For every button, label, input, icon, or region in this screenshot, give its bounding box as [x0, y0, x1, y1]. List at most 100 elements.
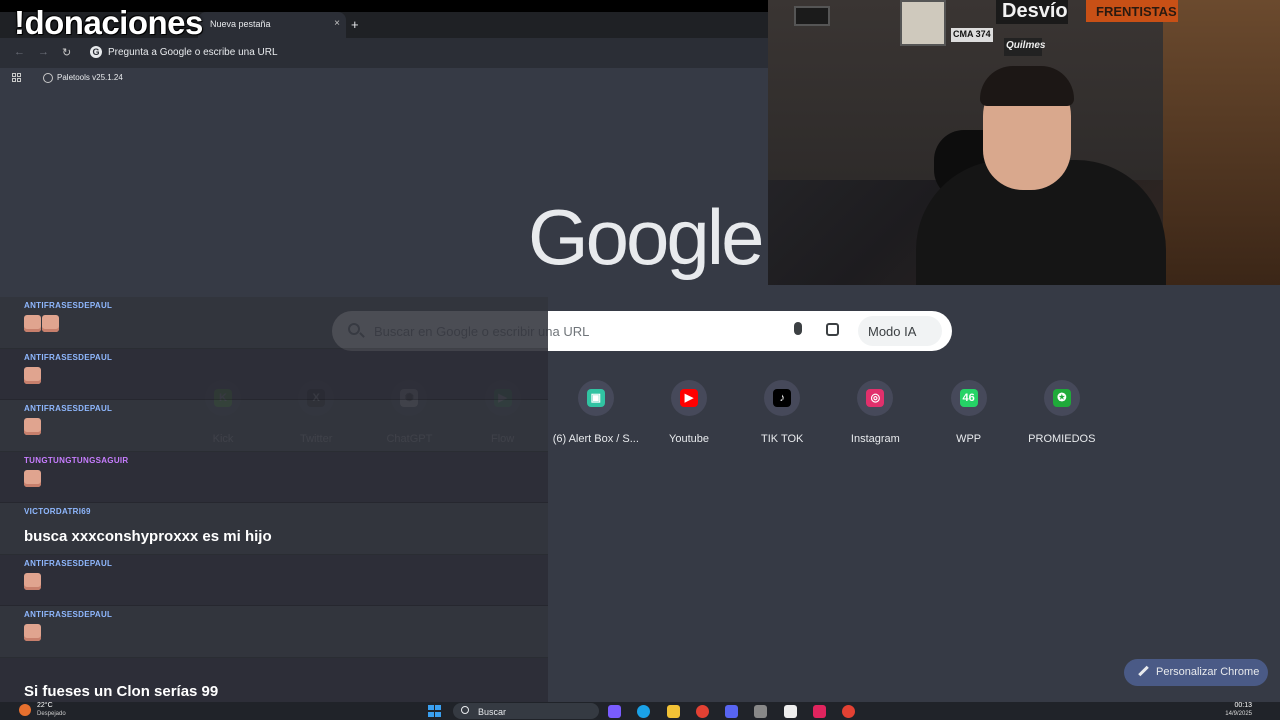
- chrome-icon[interactable]: [696, 705, 709, 718]
- chrome-icon[interactable]: [842, 705, 855, 718]
- shortcut-label: WPP: [956, 433, 982, 445]
- obs-icon[interactable]: [754, 705, 767, 718]
- shortcut-label: PROMIEDOS: [1028, 433, 1096, 445]
- discord-icon[interactable]: [725, 705, 738, 718]
- youtube-icon: ▶: [680, 389, 698, 407]
- chat-message: TUNGTUNGTUNGSAGUIR: [0, 451, 548, 503]
- globe-icon: [43, 73, 53, 83]
- temperature: 22°C: [37, 702, 53, 709]
- chat-username: ANTIFRASESDEPAUL: [24, 558, 113, 568]
- google-logo: Google: [528, 193, 765, 281]
- webcam-sign: Quilmes: [1004, 38, 1045, 56]
- emote-icon: [24, 418, 41, 435]
- webcam-feed: Desvío FRENTISTAS CMA 374 Quilmes: [768, 0, 1280, 285]
- emote-icon: [24, 624, 41, 641]
- windows-start-icon[interactable]: [428, 705, 443, 718]
- chat-message: VICTORDATRI69 busca xxxconshyproxxx es mi…: [0, 503, 548, 555]
- new-tab-button[interactable]: +: [351, 17, 359, 32]
- webcam-shelf: [1163, 0, 1280, 285]
- chat-emotes: [24, 469, 42, 492]
- chat-text: busca xxxconshyproxxx es mi hijo: [24, 528, 272, 545]
- chat-emotes: [24, 572, 42, 595]
- webcam-sign: Desvío: [996, 0, 1068, 24]
- shortcut-tile[interactable]: 46 WPP: [924, 380, 1014, 445]
- microphone-icon[interactable]: [794, 322, 802, 335]
- shortcut-tile[interactable]: ✪ PROMIEDOS: [1017, 380, 1107, 445]
- omnibox[interactable]: Pregunta a Google o escribe una URL: [108, 47, 278, 58]
- app-icon[interactable]: [784, 705, 797, 718]
- chat-username: ANTIFRASESDEPAUL: [24, 404, 113, 413]
- shortcut-icon-circle: ▣: [577, 380, 614, 416]
- emote-icon: [24, 469, 41, 487]
- taskbar-search-label: Buscar: [478, 707, 507, 717]
- instagram-icon: ◎: [866, 389, 885, 407]
- lens-icon[interactable]: [826, 323, 839, 336]
- chat-emotes: [24, 624, 42, 646]
- chat-emotes: [24, 366, 42, 389]
- clock-date: 14/9/2025: [1225, 711, 1252, 717]
- pencil-icon: [1138, 666, 1148, 676]
- chat-message: ANTIFRASESDEPAUL: [0, 554, 548, 606]
- file-explorer-icon[interactable]: [667, 705, 680, 718]
- shortcut-tile[interactable]: ▶ Youtube: [644, 380, 734, 445]
- modo-ia-button[interactable]: Modo IA: [858, 316, 942, 346]
- shortcut-tile[interactable]: ▣ (6) Alert Box / S...: [551, 380, 641, 445]
- personalize-label: Personalizar Chrome: [1156, 666, 1260, 678]
- copilot-icon[interactable]: [608, 705, 621, 718]
- reload-icon[interactable]: ↻: [62, 46, 71, 59]
- edge-icon[interactable]: [637, 705, 650, 718]
- shortcut-label: (6) Alert Box / S...: [552, 433, 639, 445]
- weather-icon[interactable]: [19, 704, 31, 716]
- chat-username: VICTORDATRI69: [24, 507, 91, 516]
- tab-new-tab[interactable]: Nueva pestaña ×: [198, 12, 346, 38]
- shortcut-icon-circle: ♪: [764, 380, 801, 416]
- apps-grid-icon[interactable]: [12, 73, 22, 83]
- shortcut-label: Youtube: [669, 433, 709, 445]
- bookmarks-bar: Paletools v25.1.24: [0, 68, 768, 88]
- google-g-icon: G: [90, 46, 102, 58]
- shortcut-label: TIK TOK: [760, 433, 804, 445]
- promiedos-icon: ✪: [1052, 389, 1071, 407]
- tiktok-live-icon[interactable]: [813, 705, 826, 718]
- webcam-sign: CMA 374: [951, 28, 993, 42]
- personalize-chrome-button[interactable]: Personalizar Chrome: [1124, 659, 1268, 686]
- webcam-frame: [900, 0, 946, 46]
- tiktok-icon: ♪: [773, 389, 792, 407]
- chat-message: ANTIFRASESDEPAUL: [0, 400, 548, 452]
- tab-title: Nueva pestaña: [210, 19, 271, 29]
- chat-overlay: ANTIFRASESDEPAUL ANTIFRASESDEPAUL ANTIFRAS…: [0, 297, 548, 709]
- screen: Nueva pestaña × + !donaciones ← → ↻ G Pr…: [0, 0, 1280, 720]
- chat-message: ANTIFRASESDEPAUL: [0, 348, 548, 400]
- taskbar-search[interactable]: Buscar: [453, 703, 599, 719]
- emote-icon: [24, 366, 41, 384]
- chat-emotes: [24, 418, 42, 440]
- bookmark-paletools[interactable]: Paletools v25.1.24: [57, 73, 123, 82]
- shortcut-icon-circle: 46: [950, 380, 987, 416]
- streamlabs-icon: ▣: [586, 389, 605, 407]
- chat-username: ANTIFRASESDEPAUL: [24, 352, 113, 362]
- chat-username: ANTIFRASESDEPAUL: [24, 301, 113, 310]
- shortcut-label: Instagram: [850, 433, 900, 445]
- shortcut-tile[interactable]: ♪ TIK TOK: [737, 380, 827, 445]
- webcam-person-hair: [980, 66, 1074, 106]
- whatsapp-icon: 46: [959, 389, 978, 407]
- chat-username: ANTIFRASESDEPAUL: [24, 610, 113, 619]
- emote-icon: [24, 315, 41, 332]
- weather-condition: Despejado: [37, 711, 66, 717]
- back-icon[interactable]: ←: [14, 46, 25, 58]
- shortcut-tile[interactable]: ◎ Instagram: [830, 380, 920, 445]
- emote-icon: [42, 315, 59, 332]
- shortcut-icon-circle: ◎: [857, 380, 894, 416]
- shortcut-icon-circle: ✪: [1043, 380, 1080, 416]
- chat-text: Si fueses un Clon serías 99: [24, 682, 219, 700]
- shortcut-icon-circle: ▶: [671, 380, 707, 416]
- emote-icon: [24, 572, 41, 590]
- tab-close-icon[interactable]: ×: [334, 18, 340, 29]
- browser-toolbar: ← → ↻ G Pregunta a Google o escribe una …: [0, 38, 768, 68]
- forward-icon[interactable]: →: [38, 46, 49, 58]
- chat-message: ANTIFRASESDEPAUL: [0, 606, 548, 658]
- search-icon: [461, 706, 469, 714]
- webcam-sign: FRENTISTAS: [1086, 0, 1178, 22]
- donaciones-overlay: !donaciones: [14, 4, 203, 41]
- clock-time: 00:13: [1234, 702, 1252, 709]
